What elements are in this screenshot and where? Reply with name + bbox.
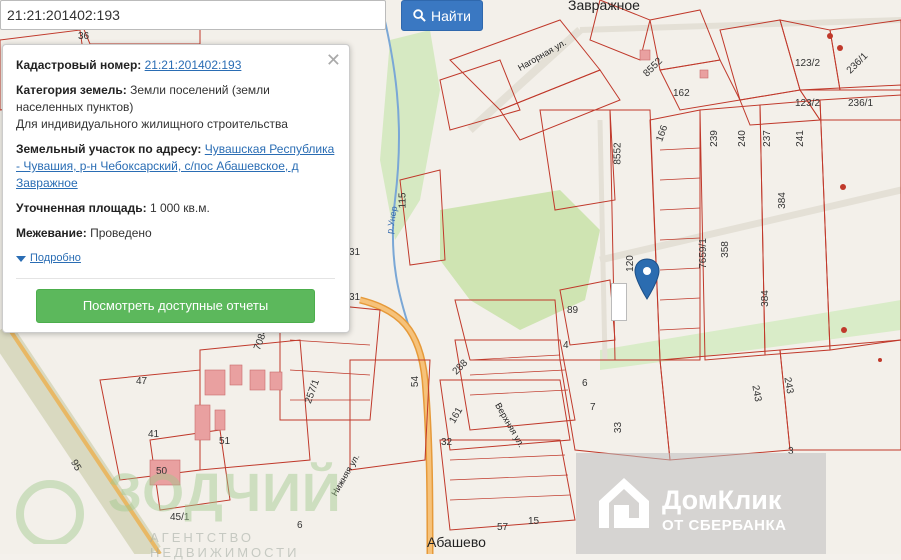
plot-number: 51 (219, 436, 231, 447)
close-icon[interactable]: ✕ (326, 51, 341, 69)
domclick-logo-icon (599, 478, 649, 528)
plot-number: 7 (590, 402, 596, 413)
plot-number: 241 (794, 130, 806, 147)
caret-down-icon (16, 255, 26, 262)
broken-image-placeholder (611, 283, 627, 321)
map-marker-icon[interactable] (634, 258, 660, 300)
plot-number: 384 (759, 290, 771, 307)
search-button-label: Найти (431, 7, 471, 24)
plot-number: 36 (78, 31, 90, 42)
domclick-brand: ДомКлик (662, 485, 782, 515)
parcel-info-popup: ✕ Кадастровый номер: 21:21:201402:193 Ка… (2, 44, 350, 333)
land-usage-value: Для индивидуального жилищного строительс… (16, 117, 288, 131)
domclick-ad[interactable]: ДомКлик ОТ СБЕРБАНКА (576, 453, 826, 554)
land-category-label: Категория земель: (16, 83, 127, 97)
plot-number: 123/2 (795, 98, 821, 109)
cadastral-search-input[interactable] (0, 0, 386, 30)
plot-number: 236/1 (848, 98, 874, 109)
plot-number: 33 (613, 421, 625, 434)
survey-row: Межевание: Проведено (16, 225, 335, 242)
search-button[interactable]: Найти (401, 0, 483, 31)
area-value: 1 000 кв.м. (149, 201, 210, 215)
cadastral-number-label: Кадастровый номер: (16, 58, 142, 72)
plot-number: 123/2 (795, 58, 821, 69)
plot-number: 115 (397, 192, 409, 209)
area-row: Уточненная площадь: 1 000 кв.м. (16, 200, 335, 217)
plot-number: 237 (761, 130, 773, 147)
plot-number: 54 (410, 375, 422, 388)
divider (16, 278, 335, 279)
zodchiy-subtitle: АГЕНТСТВО НЕДВИЖИМОСТИ (150, 530, 300, 560)
plot-number: 7659/1 (697, 238, 709, 269)
survey-label: Межевание: (16, 226, 87, 240)
land-category-row: Категория земель: Земли поселений (земли… (16, 82, 335, 133)
plot-number: 31 (349, 292, 361, 303)
plot-number: 240 (736, 130, 748, 147)
search-icon (413, 9, 426, 22)
plot-number: 8552 (612, 142, 624, 165)
plot-number: 6 (582, 378, 588, 389)
zodchiy-logo-icon (16, 480, 84, 544)
plot-number: 384 (776, 192, 788, 209)
plot-number: 15 (528, 516, 540, 527)
plot-number: 57 (497, 522, 509, 533)
details-link[interactable]: Подробно (30, 250, 81, 267)
cadastral-number-link[interactable]: 21:21:201402:193 (145, 58, 242, 72)
plot-number: 31 (349, 247, 361, 258)
details-toggle[interactable]: Подробно (16, 250, 335, 267)
plot-number: 32 (441, 437, 453, 448)
plot-number: 239 (708, 130, 720, 147)
plot-number: 47 (136, 376, 148, 387)
cadastral-number-row: Кадастровый номер: 21:21:201402:193 (16, 57, 335, 74)
plot-number: 162 (673, 88, 690, 99)
place-label-abashevo: Абашево (427, 534, 486, 550)
plot-number: 41 (148, 429, 160, 440)
domclick-subtitle: ОТ СБЕРБАНКА (662, 517, 787, 534)
zodchiy-brand: ЗОДЧИЙ (108, 463, 342, 523)
plot-number: 358 (719, 241, 731, 258)
plot-number: 89 (567, 305, 579, 316)
survey-value: Проведено (90, 226, 152, 240)
zodchiy-watermark: ЗОДЧИЙ АГЕНТСТВО НЕДВИЖИМОСТИ (0, 462, 380, 560)
plot-number: 4 (563, 340, 569, 351)
address-label: Земельный участок по адресу: (16, 142, 202, 156)
address-row: Земельный участок по адресу: Чувашская Р… (16, 141, 335, 192)
view-reports-button[interactable]: Посмотреть доступные отчеты (36, 289, 315, 323)
area-label: Уточненная площадь: (16, 201, 147, 215)
place-label-zavrazhnoe: Завражное (568, 0, 640, 13)
